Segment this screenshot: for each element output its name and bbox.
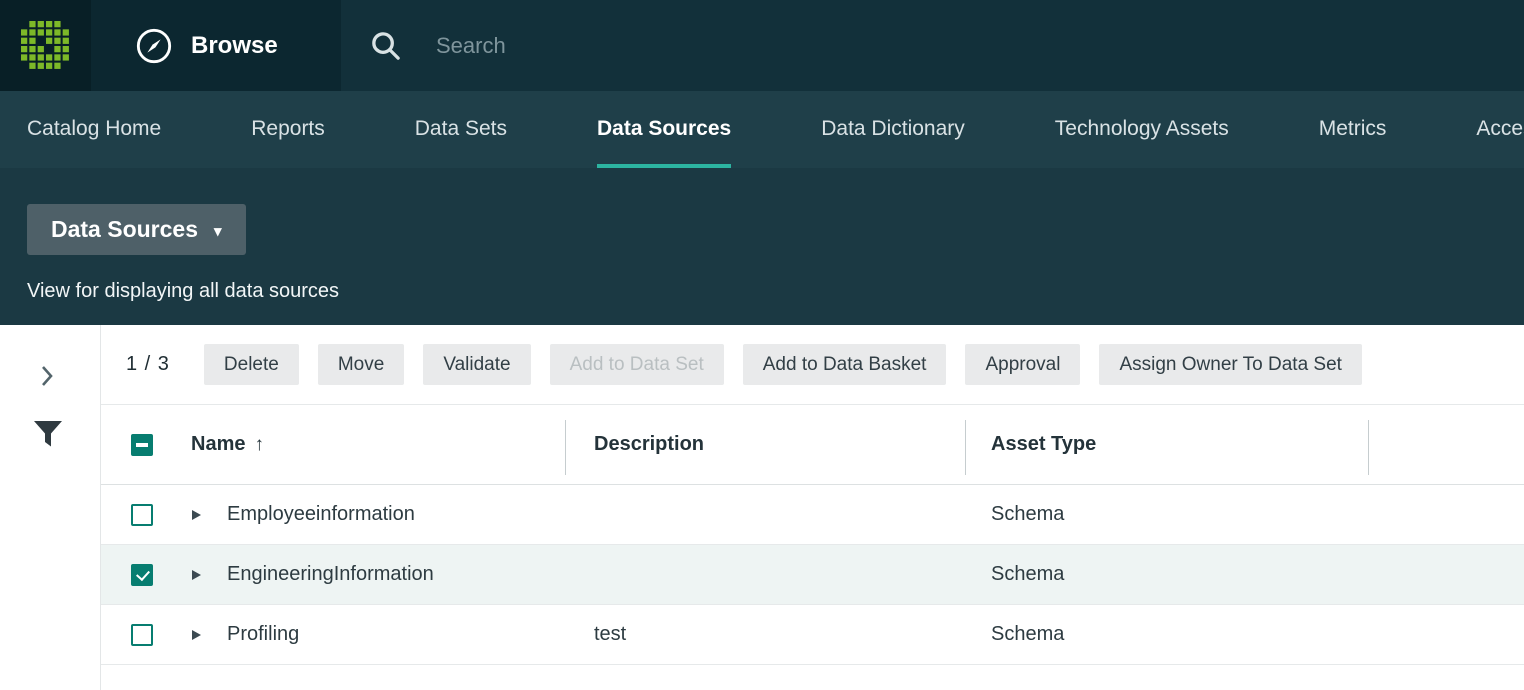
browse-label: Browse — [191, 32, 278, 60]
page-header: Data Sources ▾ View for displaying all d… — [0, 168, 1524, 325]
table-row: Employeeinformation Schema — [101, 485, 1524, 545]
expand-row-icon[interactable] — [192, 630, 201, 640]
select-all-checkbox[interactable] — [131, 434, 153, 456]
view-description: View for displaying all data sources — [27, 280, 1524, 303]
tab-data-sources[interactable]: Data Sources — [597, 91, 731, 168]
row-checkbox[interactable] — [131, 504, 153, 526]
view-selector-dropdown[interactable]: Data Sources ▾ — [27, 204, 246, 255]
table-row: Profiling test Schema — [101, 605, 1524, 665]
cell-extra — [1369, 545, 1524, 604]
search-input[interactable] — [436, 33, 1524, 59]
header-cell-description: Description — [566, 405, 966, 484]
tab-data-sets[interactable]: Data Sets — [415, 91, 507, 168]
chevron-right-icon — [40, 364, 54, 388]
add-to-data-set-button: Add to Data Set — [550, 344, 724, 385]
expand-row-icon[interactable] — [192, 510, 201, 520]
app-logo[interactable] — [0, 0, 91, 91]
left-rail — [0, 325, 100, 690]
add-to-data-basket-button[interactable]: Add to Data Basket — [743, 344, 947, 385]
tab-catalog-home[interactable]: Catalog Home — [27, 91, 161, 168]
tab-metrics[interactable]: Metrics — [1319, 91, 1387, 168]
browse-menu[interactable]: Browse — [91, 0, 341, 91]
tab-technology-assets[interactable]: Technology Assets — [1055, 91, 1229, 168]
cell-description — [566, 545, 966, 604]
assign-owner-button[interactable]: Assign Owner To Data Set — [1099, 344, 1361, 385]
tab-reports[interactable]: Reports — [251, 91, 325, 168]
table-header: Name ↑ Description Asset Type — [101, 405, 1524, 485]
cell-name: Employeeinformation — [101, 485, 566, 544]
expand-panel-button[interactable] — [40, 364, 54, 393]
column-header-name[interactable]: Name — [191, 433, 245, 456]
header-cell-extra — [1369, 405, 1524, 484]
cell-extra — [1369, 605, 1524, 664]
row-checkbox[interactable] — [131, 564, 153, 586]
logo-icon — [21, 21, 71, 71]
row-name[interactable]: EngineeringInformation — [227, 563, 434, 586]
cell-name: EngineeringInformation — [101, 545, 566, 604]
cell-asset-type: Schema — [966, 545, 1369, 604]
toolbar: 1 / 3 Delete Move Validate Add to Data S… — [101, 325, 1524, 405]
compass-icon — [135, 27, 173, 65]
table-row: EngineeringInformation Schema — [101, 545, 1524, 605]
cell-asset-type: Schema — [966, 485, 1369, 544]
expand-row-icon[interactable] — [192, 570, 201, 580]
row-checkbox[interactable] — [131, 624, 153, 646]
filter-funnel-icon — [33, 420, 63, 448]
top-bar: Browse — [0, 0, 1524, 91]
column-header-asset-type[interactable]: Asset Type — [991, 433, 1096, 456]
main-nav: Catalog Home Reports Data Sets Data Sour… — [0, 91, 1524, 168]
cell-description — [566, 485, 966, 544]
table-empty-space — [101, 665, 1524, 690]
filter-button[interactable] — [33, 420, 63, 453]
row-name[interactable]: Employeeinformation — [227, 503, 415, 526]
delete-button[interactable]: Delete — [204, 344, 299, 385]
validate-button[interactable]: Validate — [423, 344, 530, 385]
header-cell-name: Name ↑ — [101, 405, 566, 484]
cell-name: Profiling — [101, 605, 566, 664]
row-name[interactable]: Profiling — [227, 623, 299, 646]
cell-asset-type: Schema — [966, 605, 1369, 664]
sort-ascending-icon: ↑ — [254, 434, 264, 456]
main-content: 1 / 3 Delete Move Validate Add to Data S… — [0, 325, 1524, 690]
tab-data-dictionary[interactable]: Data Dictionary — [821, 91, 965, 168]
approval-button[interactable]: Approval — [965, 344, 1080, 385]
move-button[interactable]: Move — [318, 344, 404, 385]
tab-access[interactable]: Access — [1476, 91, 1524, 168]
header-cell-asset-type: Asset Type — [966, 405, 1369, 484]
page-title: Data Sources — [51, 216, 198, 243]
chevron-down-icon: ▾ — [214, 219, 222, 240]
cell-description: test — [566, 605, 966, 664]
search-icon — [369, 29, 402, 62]
search-bar[interactable] — [341, 0, 1524, 91]
cell-extra — [1369, 485, 1524, 544]
column-header-description[interactable]: Description — [594, 433, 704, 456]
pagination: 1 / 3 — [126, 353, 170, 376]
table-panel: 1 / 3 Delete Move Validate Add to Data S… — [100, 325, 1524, 690]
